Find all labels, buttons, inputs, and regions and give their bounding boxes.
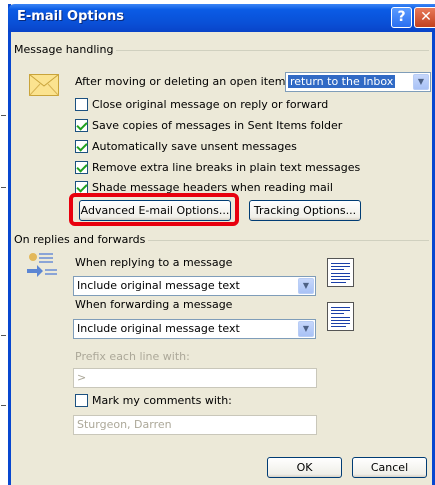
remove-line-breaks-label: Remove extra line breaks in plain text m… [92,161,361,174]
close-original-label: Close original message on reply or forwa… [92,98,329,111]
forward-preview-icon [327,302,354,331]
group-message-handling: Message handling [14,43,117,56]
red-highlight-box [69,193,239,226]
close-button[interactable]: ✕ [414,7,435,28]
remove-line-breaks-checkbox[interactable] [75,161,88,174]
forwarding-label: When forwarding a message [75,298,233,311]
email-options-dialog: E-mail Options ? ✕ Message handling Afte… [8,4,435,485]
save-copies-checkbox[interactable] [75,119,88,132]
after-moving-select[interactable]: return to the Inbox ▼ [285,72,431,92]
save-copies-label: Save copies of messages in Sent Items fo… [92,119,343,132]
prefix-input[interactable]: > [73,368,317,388]
reply-preview-icon [327,258,354,287]
chevron-down-icon[interactable]: ▼ [413,74,429,90]
ok-button[interactable]: OK [267,457,342,478]
reply-forward-icon [27,253,57,277]
replying-label: When replying to a message [75,256,233,269]
autosave-unsent-checkbox[interactable] [75,140,88,153]
after-moving-label: After moving or deleting an open item: [75,75,290,88]
title-bar: E-mail Options ? ✕ [8,4,435,32]
prefix-label: Prefix each line with: [75,350,190,363]
help-button[interactable]: ? [391,7,412,28]
mark-comments-label: Mark my comments with: [92,394,232,407]
mark-comments-input[interactable]: Sturgeon, Darren [73,415,317,435]
mark-comments-checkbox[interactable] [75,394,88,407]
tracking-options-button[interactable]: Tracking Options... [249,200,361,221]
forwarding-select[interactable]: Include original message text ▼ [73,319,316,339]
group-replies-forwards: On replies and forwards [14,233,149,246]
envelope-icon [29,74,59,96]
close-original-checkbox[interactable] [75,98,88,111]
chevron-down-icon[interactable]: ▼ [298,321,314,337]
dialog-title: E-mail Options [17,9,124,24]
autosave-unsent-label: Automatically save unsent messages [92,140,297,153]
dialog-body: Message handling After moving or deletin… [11,32,432,485]
chevron-down-icon[interactable]: ▼ [298,278,314,294]
background-edge [0,0,8,485]
cancel-button[interactable]: Cancel [352,457,427,478]
replying-select[interactable]: Include original message text ▼ [73,276,316,296]
